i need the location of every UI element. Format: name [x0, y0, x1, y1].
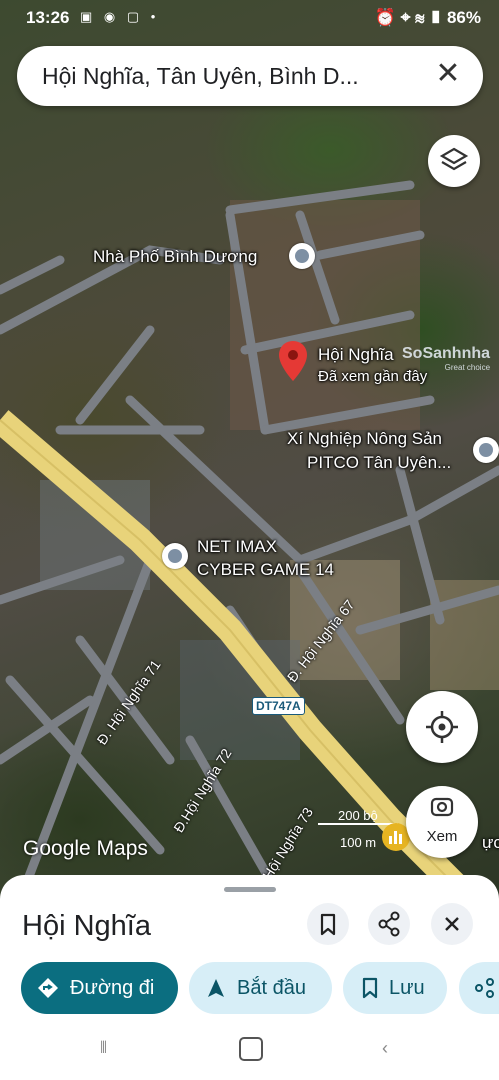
place-title: Hội Nghĩa [22, 910, 151, 942]
directions-button[interactable]: Đường đi [21, 962, 178, 1014]
navigation-arrow-icon [208, 979, 224, 997]
status-time: 13:26 [26, 8, 70, 27]
start-button[interactable]: Bắt đầu [189, 962, 332, 1014]
map-view[interactable]: 13:26 ▣ ◉ ▢ • ⏰ ⌖ ≋ ▮ 86% Hội Nghĩa, Tân… [0, 0, 499, 900]
place-label-xi-nghiep[interactable]: Xí Nghiệp Nông Sản [287, 428, 442, 449]
road-shield: DT747A [252, 697, 305, 715]
place-label-nha-pho[interactable]: Nhà Phố Bình Dương [93, 246, 257, 267]
directions-label: Đường đi [70, 977, 155, 999]
close-icon [445, 917, 459, 931]
save-label: Lưu [389, 977, 425, 999]
battery-level: 86% [446, 8, 481, 27]
layers-button[interactable] [428, 135, 480, 187]
place-pin-nha-pho[interactable] [289, 243, 315, 269]
status-right: ⏰ ⌖ ≋ ▮ 86% [374, 8, 481, 27]
recents-icon[interactable]: ⦀ [100, 1040, 107, 1058]
place-sublabel-recent: Đã xem gần đây [318, 368, 428, 385]
back-icon[interactable]: ‹ [382, 1038, 388, 1059]
place-label-hoi-nghia[interactable]: Hội Nghĩa [318, 344, 394, 365]
share-button[interactable] [368, 903, 410, 945]
share-icon [378, 911, 400, 937]
close-sheet-button[interactable] [431, 903, 473, 945]
save-button[interactable]: Lưu [343, 962, 447, 1014]
bookmark-icon [362, 977, 378, 999]
status-bar: 13:26 ▣ ◉ ▢ • ⏰ ⌖ ≋ ▮ 86% [0, 0, 499, 36]
selected-location-pin-icon[interactable] [278, 340, 308, 382]
place-label-xi-nghiep-line2[interactable]: PITCO Tân Uyên... [307, 452, 451, 473]
bookmark-icon [320, 913, 336, 936]
satellite-roads [0, 180, 499, 900]
home-icon[interactable] [239, 1037, 263, 1061]
share-icon [475, 978, 494, 998]
notification-icons: ▣ ◉ ▢ • [80, 9, 160, 24]
place-label-net-imax-line2[interactable]: CYBER GAME 14 [197, 559, 334, 580]
search-bar[interactable]: Hội Nghĩa, Tân Uyên, Bình D... ✕ [17, 46, 483, 106]
lens-label: Xem [426, 828, 458, 845]
camera-lens-icon [430, 797, 454, 817]
edge-text: ực [482, 833, 499, 852]
place-pin-xi-nghiep[interactable] [473, 437, 499, 463]
my-location-button[interactable] [406, 691, 478, 763]
layers-icon [439, 147, 469, 171]
system-nav-bar: ⦀ ‹ [0, 1020, 499, 1080]
start-label: Bắt đầu [237, 977, 306, 999]
close-icon[interactable]: ✕ [433, 59, 463, 89]
directions-icon [38, 978, 58, 998]
share-pill-button[interactable] [459, 962, 499, 1014]
search-input[interactable]: Hội Nghĩa, Tân Uyên, Bình D... [42, 63, 412, 90]
place-label-net-imax[interactable]: NET IMAX [197, 536, 277, 557]
crosshair-icon [426, 711, 458, 743]
place-pin-net-imax[interactable] [162, 543, 188, 569]
drag-handle[interactable] [224, 887, 276, 892]
google-maps-attribution: Google Maps [23, 837, 148, 860]
lens-button[interactable]: Xem [406, 786, 478, 858]
bookmark-button[interactable] [307, 903, 349, 945]
